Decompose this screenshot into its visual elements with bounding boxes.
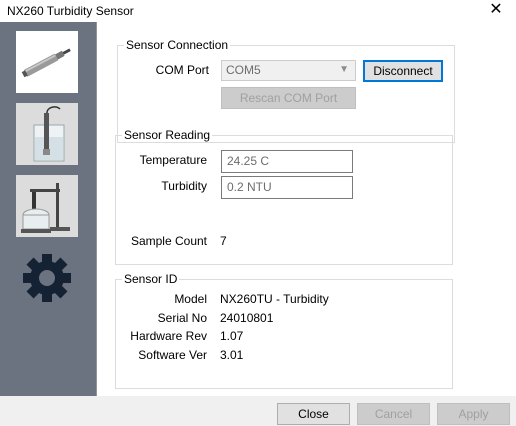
model-value: NX260TU - Turbidity <box>220 292 329 306</box>
sensor-connection-legend: Sensor Connection <box>124 38 231 52</box>
sensor-on-stand-icon <box>16 175 78 237</box>
title-bar: NX260 Turbidity Sensor ✕ <box>0 0 516 22</box>
close-button[interactable]: Close <box>277 403 350 425</box>
serial-no-label: Serial No <box>157 311 207 325</box>
turbidity-field[interactable]: 0.2 NTU <box>221 176 353 199</box>
hardware-rev-value: 1.07 <box>220 329 244 343</box>
sample-count-label: Sample Count <box>130 234 207 248</box>
software-ver-label: Software Ver <box>138 348 207 362</box>
software-ver-value: 3.01 <box>220 348 244 362</box>
probe-icon <box>17 32 77 92</box>
sidebar-item-stand[interactable] <box>16 175 78 237</box>
com-port-select[interactable]: COM5 ▼ <box>221 60 356 81</box>
chevron-down-icon: ▼ <box>339 64 349 75</box>
hardware-rev-label: Hardware Rev <box>130 329 207 343</box>
sensor-in-beaker-icon <box>16 103 78 165</box>
rescan-com-port-button[interactable]: Rescan COM Port <box>221 87 356 109</box>
apply-button[interactable]: Apply <box>437 403 510 425</box>
sidebar-item-probe[interactable] <box>16 31 78 93</box>
window-title: NX260 Turbidity Sensor <box>7 4 134 18</box>
temperature-label: Temperature <box>139 153 207 167</box>
sensor-id-legend: Sensor ID <box>122 272 180 286</box>
sensor-id-group: Sensor ID Model NX260TU - Turbidity Seri… <box>115 272 453 389</box>
sidebar <box>0 22 97 396</box>
com-port-label: COM Port <box>155 63 209 77</box>
close-window-icon[interactable]: ✕ <box>482 0 510 22</box>
gear-icon <box>23 254 71 302</box>
serial-no-value: 24010801 <box>220 311 274 325</box>
sidebar-item-settings[interactable] <box>16 247 78 309</box>
content-panel: Sensor Connection COM Port COM5 ▼ Discon… <box>97 22 516 396</box>
dialog-footer: Close Cancel Apply <box>0 396 516 426</box>
sidebar-item-beaker[interactable] <box>16 103 78 165</box>
turbidity-label: Turbidity <box>161 179 207 193</box>
model-label: Model <box>174 292 207 306</box>
temperature-field[interactable]: 24.25 C <box>221 150 353 173</box>
sensor-reading-legend: Sensor Reading <box>122 128 213 142</box>
com-port-value: COM5 <box>226 63 261 77</box>
disconnect-button[interactable]: Disconnect <box>363 60 443 82</box>
sample-count-value: 7 <box>220 234 227 248</box>
cancel-button[interactable]: Cancel <box>357 403 430 425</box>
sensor-reading-group: Sensor Reading Temperature 24.25 C Turbi… <box>115 128 453 265</box>
